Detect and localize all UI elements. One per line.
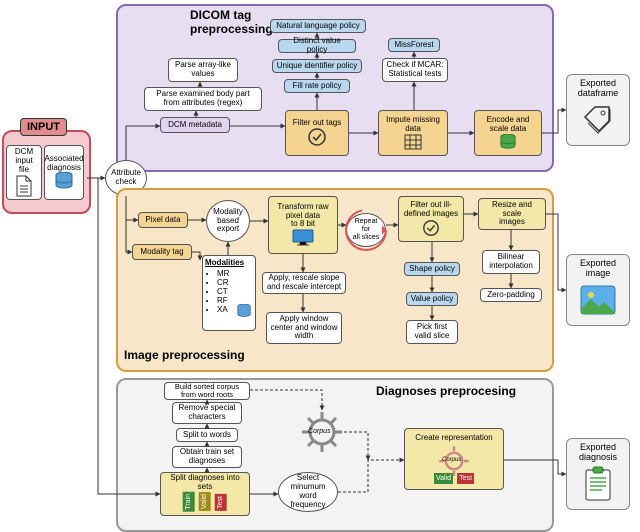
filter-out-tags-node: Filter out tags: [285, 110, 349, 156]
modality-item: MR: [217, 269, 253, 278]
modality-export-node: Modality based export: [206, 200, 250, 242]
unique-id-policy-node: Unique identifier policy: [272, 59, 362, 73]
distinct-value-policy-node: Distinct value policy: [278, 39, 356, 53]
repeat-ring-icon: [344, 208, 388, 252]
clipboard-icon: [583, 466, 613, 502]
encode-scale-label: Encode and scale data: [487, 116, 530, 134]
create-representation-node: Create representation Corpus Valid Test: [404, 428, 504, 490]
exported-diagnosis-label: Exported diagnosis: [579, 442, 617, 462]
shape-policy-node: Shape policy: [404, 262, 460, 276]
resize-scale-label: Resize and scale images: [482, 201, 542, 227]
input-title: INPUT: [20, 118, 67, 136]
modality-item: CR: [217, 278, 253, 287]
value-policy-node: Value policy: [406, 292, 458, 306]
exported-dataframe-label: Exported dataframe: [578, 78, 619, 98]
modality-item: CT: [217, 287, 253, 296]
database-icon: [499, 134, 517, 150]
encode-scale-data-node: Encode and scale data: [474, 110, 542, 156]
diag-section-title: Diagnoses preprocesing: [376, 384, 516, 398]
parse-body-part-node: Parse examined body part from attributes…: [144, 87, 262, 111]
remove-special-node: Remove special characters: [172, 402, 242, 424]
pixel-data-node: Pixel data: [138, 212, 188, 228]
tag-icon: [581, 103, 615, 137]
split-to-words-node: Split to words: [176, 428, 238, 442]
checkmark-icon: [307, 127, 327, 147]
exported-image-label: Exported image: [580, 258, 616, 278]
corpus-label: Corpus: [308, 428, 331, 435]
impute-missing-label: Impute missing data: [386, 116, 440, 134]
obtain-train-node: Obtain train set diagnoses: [172, 446, 242, 468]
window-center-node: Apply window center and window width: [266, 312, 342, 344]
modalities-list: Modalities MR CR CT RF XA: [202, 255, 256, 331]
impute-missing-data-node: Impute missing data: [378, 110, 448, 156]
filter-ill-defined-label: Filter out ill- defined images: [404, 201, 458, 219]
document-icon: [15, 175, 33, 197]
fill-rate-policy-node: Fill rate policy: [284, 79, 350, 93]
associated-diagnosis-label: Associated diagnosis: [44, 155, 83, 173]
grid-icon: [404, 134, 422, 150]
corpus-gear-node: Corpus: [300, 410, 344, 454]
modality-tag-node: Modality tag: [132, 244, 192, 260]
natural-language-policy-node: Natural language policy: [270, 19, 366, 33]
transform-8bit-node: Transform raw pixel data to 8 bit: [268, 196, 338, 254]
modalities-header: Modalities: [205, 258, 253, 267]
monitor-icon: [292, 229, 314, 247]
database-icon: [236, 304, 252, 318]
dicom-section-title: DICOM tag preprocessing: [190, 8, 273, 36]
exported-diagnosis-box: Exported diagnosis: [566, 438, 630, 510]
exported-dataframe-box: Exported dataframe: [566, 74, 630, 146]
resize-scale-node: Resize and scale images: [478, 198, 546, 230]
rescale-slope-node: Apply, rescale slope and rescale interce…: [262, 272, 346, 294]
associated-diagnosis-block: Associated diagnosis: [44, 145, 84, 200]
filter-out-tags-label: Filter out tags: [293, 119, 341, 128]
corpus-small-label: Corpus: [442, 457, 461, 464]
mcar-node: Check if MCAR: Statistical tests: [382, 58, 448, 82]
test-tag: Test: [215, 494, 227, 511]
build-corpus-node: Build sorted corpus from word roots: [164, 382, 250, 400]
dcm-input-file-block: DCM input file: [6, 145, 42, 200]
dcm-metadata-node: DCM metadata: [160, 117, 230, 133]
image-icon: [580, 285, 616, 315]
parse-array-node: Parse array-like values: [168, 58, 238, 82]
checkmark-icon: [422, 219, 440, 237]
database-icon: [54, 172, 74, 190]
transform-8bit-label: Transform raw pixel data to 8 bit: [277, 203, 328, 229]
train-tag: Train: [183, 492, 195, 512]
image-section-title: Image preprocessing: [124, 348, 245, 362]
filter-ill-defined-node: Filter out ill- defined images: [398, 196, 464, 242]
pick-first-slice-node: Pick first valid slice: [406, 320, 458, 344]
zero-padding-node: Zero-padding: [480, 288, 542, 302]
select-min-word-freq-node: Select minumum word frequency: [278, 472, 338, 512]
create-representation-label: Create representation: [415, 434, 492, 443]
exported-image-box: Exported image: [566, 254, 630, 326]
dcm-input-file-label: DCM input file: [10, 148, 38, 174]
split-diagnoses-node: Split diagnoses into sets Train Valid Te…: [160, 472, 250, 516]
valid-tag: Valid: [199, 492, 211, 511]
missforest-node: MissForest: [388, 38, 440, 52]
bilinear-node: Bilinear interpolation: [482, 250, 540, 274]
split-diagnoses-label: Split diagnoses into sets: [170, 474, 239, 492]
